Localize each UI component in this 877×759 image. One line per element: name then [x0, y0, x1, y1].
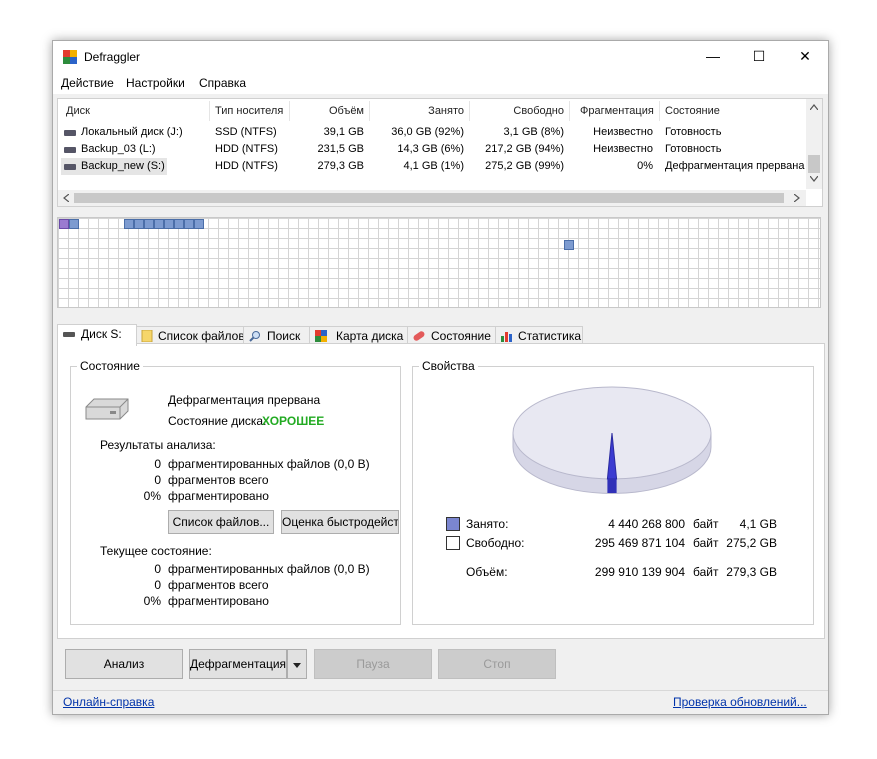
pie-slice-used-side [607, 479, 617, 493]
menu-action[interactable]: Действие [61, 76, 114, 90]
drive-row[interactable]: Локальный диск (J:) SSD (NTFS) 39,1 GB 3… [58, 124, 806, 141]
menu-help[interactable]: Справка [199, 76, 246, 90]
disk-health-value: ХОРОШЕЕ [262, 414, 325, 428]
drive-icon [63, 332, 75, 337]
menu-bar: Действие Настройки Справка [53, 72, 828, 94]
menu-settings[interactable]: Настройки [126, 76, 185, 90]
defrag-button[interactable]: Дефрагментация [189, 649, 287, 679]
drive-row[interactable]: Backup_03 (L:) HDD (NTFS) 231,5 GB 14,3 … [58, 141, 806, 158]
search-icon [249, 331, 260, 342]
window-title: Defraggler [84, 50, 141, 64]
properties-group: Свойства Занято: 4 440 268 800 байт 4,1 … [412, 359, 814, 625]
disk-health-label: Состояние диска: [168, 414, 267, 428]
free-swatch [446, 536, 460, 550]
chevron-down-icon [293, 663, 301, 668]
scroll-up-icon[interactable] [810, 104, 818, 110]
drive-icon [64, 130, 76, 136]
benchmark-button[interactable]: Оценка быстродейст [281, 510, 399, 534]
close-button[interactable]: ✕ [782, 41, 828, 72]
bar-chart-icon [501, 332, 512, 342]
analyze-button[interactable]: Анализ [65, 649, 183, 679]
col-status[interactable]: Состояние [665, 105, 720, 117]
scroll-down-icon[interactable] [810, 176, 818, 182]
disk-map-icon [315, 330, 327, 342]
scroll-right-icon[interactable] [794, 194, 800, 202]
analysis-results-heading: Результаты анализа: [100, 438, 216, 452]
drive-list: Диск Тип носителя Объём Занято Свободно … [57, 98, 823, 207]
hard-drive-icon [85, 398, 129, 420]
defrag-dropdown-button[interactable] [287, 649, 307, 679]
col-used[interactable]: Занято [376, 105, 464, 117]
current-state-heading: Текущее состояние: [100, 544, 212, 558]
properties-group-title: Свойства [419, 359, 478, 373]
defraggler-window: Defraggler — ☐ ✕ Действие Настройки Спра… [52, 40, 829, 715]
status-group: Состояние Дефрагментация прервана Состоя… [70, 359, 401, 625]
disk-tab-panel: Состояние Дефрагментация прервана Состоя… [57, 343, 825, 639]
folder-icon [141, 330, 153, 342]
vertical-scrollbar[interactable] [806, 99, 822, 189]
disk-usage-pie-chart [512, 386, 712, 494]
disk-block-map[interactable] [57, 217, 821, 308]
drive-icon [64, 147, 76, 153]
defraggler-logo-icon [63, 50, 77, 64]
scroll-left-icon[interactable] [63, 194, 69, 202]
title-bar: Defraggler — ☐ ✕ [53, 41, 828, 72]
col-capacity[interactable]: Объём [296, 105, 364, 117]
disk-state-text: Дефрагментация прервана [168, 393, 321, 407]
col-fragmentation[interactable]: Фрагментация [580, 105, 654, 117]
drive-icon [64, 164, 76, 170]
col-disk[interactable]: Диск [66, 105, 90, 117]
horizontal-scrollbar[interactable] [58, 190, 806, 206]
used-swatch [446, 517, 460, 531]
drive-row-selected[interactable]: Backup_new (S:) HDD (NTFS) 279,3 GB 4,1 … [58, 158, 806, 175]
stop-button[interactable]: Стоп [438, 649, 556, 679]
status-group-title: Состояние [77, 359, 143, 373]
col-media-type[interactable]: Тип носителя [215, 105, 283, 117]
online-help-link[interactable]: Онлайн-справка [63, 695, 154, 709]
pause-button[interactable]: Пауза [314, 649, 432, 679]
col-free[interactable]: Свободно [476, 105, 564, 117]
check-updates-link[interactable]: Проверка обновлений... [673, 695, 807, 709]
maximize-button[interactable]: ☐ [736, 41, 782, 72]
pill-icon [413, 331, 425, 341]
tab-disk[interactable]: Диск S: [57, 324, 137, 346]
minimize-button[interactable]: — [690, 41, 736, 72]
file-list-button[interactable]: Список файлов... [168, 510, 274, 534]
